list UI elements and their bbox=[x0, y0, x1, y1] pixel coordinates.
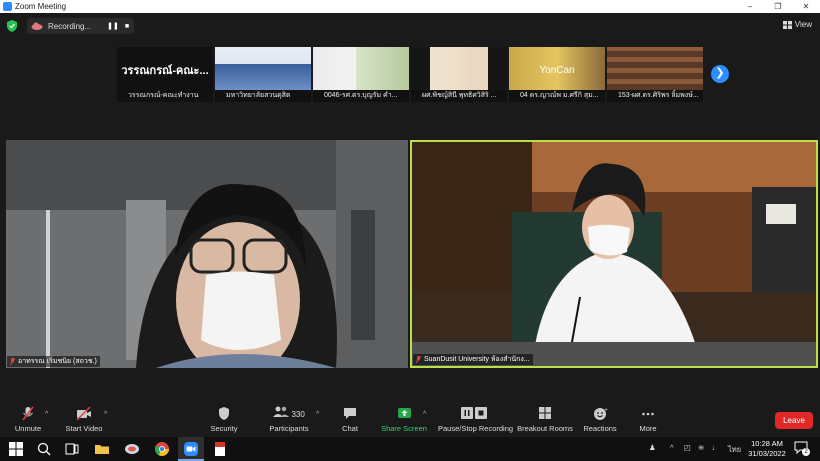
task-view-icon[interactable] bbox=[64, 441, 80, 457]
network-icon[interactable]: ◰ bbox=[684, 443, 691, 452]
wifi-icon[interactable]: ≋ bbox=[698, 443, 704, 452]
recording-label: Recording... bbox=[48, 21, 92, 31]
thumbnail-caption: ผศ.พิชญ์สินี พุทธิศวิสิริ ... bbox=[411, 90, 507, 102]
pause-stop-icon bbox=[461, 407, 487, 419]
participant-name: SuanDusit University ห้องสำนักง... bbox=[424, 356, 530, 363]
video-options-caret[interactable]: ^ bbox=[104, 411, 107, 418]
participant-name: อาทรรณ เริ่มชนิย (สถวช.) bbox=[18, 358, 97, 365]
thumbnail-display-name: วรรณกรณ์-คณะ... bbox=[121, 65, 209, 77]
participants-options-caret[interactable]: ^ bbox=[316, 411, 319, 418]
chrome-icon[interactable] bbox=[154, 441, 170, 457]
breakout-rooms-icon bbox=[539, 407, 551, 419]
people-icon[interactable]: ♟ bbox=[649, 443, 656, 452]
view-button[interactable]: View bbox=[782, 20, 812, 29]
participant-thumbnail[interactable]: 0046-รศ.ดร.บุญรัม คำ... bbox=[313, 47, 409, 102]
audio-options-caret[interactable]: ^ bbox=[45, 411, 48, 418]
security-button[interactable]: Security bbox=[205, 406, 243, 433]
participant-strip: วรรณกรณ์-คณะ... วรรณกรณ์-คณะทำงาน มหาวิท… bbox=[117, 47, 704, 102]
shield-icon[interactable] bbox=[7, 20, 17, 32]
notification-badge: 2 bbox=[802, 448, 810, 456]
participant-thumbnail[interactable]: YonCan 04 ดร.ญาณ์พ ม.ศรีกิ สุม... bbox=[509, 47, 605, 102]
participant-thumbnail[interactable]: มหาวิทยาลัยสวนดุสิต bbox=[215, 47, 311, 102]
participants-button[interactable]: 330 Participants bbox=[266, 406, 312, 433]
maximize-button[interactable]: ❐ bbox=[764, 2, 792, 11]
thumbnail-caption: 0046-รศ.ดร.บุญรัม คำ... bbox=[313, 90, 409, 102]
participant-thumbnail[interactable]: 153-ผศ.ดร.ศิริพร ลิ้มพงษ์... bbox=[607, 47, 703, 102]
cloud-icon bbox=[31, 22, 43, 30]
recording-indicator: Recording... ❚❚ ■ bbox=[27, 18, 134, 34]
windows-start-icon[interactable] bbox=[8, 441, 24, 457]
next-page-button[interactable]: ❯ bbox=[711, 65, 729, 83]
smiley-icon: + bbox=[593, 407, 608, 420]
video-tile-left[interactable]: อาทรรณ เริ่มชนิย (สถวช.) bbox=[6, 140, 408, 368]
participant-thumbnail[interactable]: วรรณกรณ์-คณะ... วรรณกรณ์-คณะทำงาน bbox=[117, 47, 213, 102]
windows-taskbar: ♟ ^ ◰ ≋ ♩ ไทย 10:28 AM 31/03/2022 2 bbox=[0, 437, 820, 461]
zoom-icon bbox=[184, 442, 198, 456]
thumbnail-caption: มหาวิทยาลัยสวนดุสิต bbox=[215, 90, 311, 102]
stop-recording-button[interactable]: ■ bbox=[120, 23, 134, 30]
video-off-icon bbox=[76, 406, 91, 421]
meeting-top-bar: Recording... ❚❚ ■ View bbox=[0, 13, 820, 39]
close-button[interactable]: ✕ bbox=[792, 2, 820, 11]
leave-button[interactable]: Leave bbox=[775, 412, 813, 429]
thumbnail-caption: 04 ดร.ญาณ์พ ม.ศรีกิ สุม... bbox=[509, 90, 605, 102]
mic-muted-icon bbox=[22, 406, 34, 421]
zoom-taskbar-item[interactable] bbox=[178, 437, 204, 461]
more-dots-icon bbox=[642, 412, 654, 416]
window-titlebar: Zoom Meeting – ❐ ✕ bbox=[0, 0, 820, 13]
participant-name-label: อาทรรณ เริ่มชนิย (สถวช.) bbox=[7, 356, 100, 367]
chat-icon bbox=[344, 408, 356, 419]
grid-icon bbox=[782, 20, 792, 29]
pause-stop-recording-button[interactable]: Pause/Stop Recording bbox=[438, 406, 513, 433]
muted-mic-icon bbox=[10, 358, 15, 365]
muted-mic-icon bbox=[416, 356, 421, 363]
minimize-button[interactable]: – bbox=[736, 2, 764, 11]
participants-count: 330 bbox=[291, 410, 305, 419]
app-icon[interactable] bbox=[124, 441, 140, 457]
share-options-caret[interactable]: ^ bbox=[423, 411, 426, 418]
meeting-toolbar: Unmute ^ Start Video ^ Security 330 Part… bbox=[0, 403, 820, 437]
thumbnail-display-name: YonCan bbox=[539, 65, 575, 76]
window-title: Zoom Meeting bbox=[15, 2, 67, 11]
search-icon[interactable] bbox=[36, 441, 52, 457]
pdf-icon[interactable] bbox=[212, 441, 228, 457]
more-button[interactable]: More bbox=[634, 406, 662, 433]
zoom-app-icon bbox=[3, 2, 12, 11]
chat-button[interactable]: Chat bbox=[335, 406, 365, 433]
volume-icon[interactable]: ♩ bbox=[712, 443, 720, 452]
notification-center[interactable]: 2 bbox=[794, 441, 810, 457]
taskbar-clock[interactable]: 10:28 AM 31/03/2022 bbox=[745, 439, 789, 459]
thumbnail-caption: 153-ผศ.ดร.ศิริพร ลิ้มพงษ์... bbox=[607, 90, 703, 102]
breakout-rooms-button[interactable]: Breakout Rooms bbox=[517, 406, 573, 433]
share-screen-icon bbox=[397, 408, 411, 418]
shield-icon bbox=[219, 407, 229, 420]
chevron-up-icon[interactable]: ^ bbox=[670, 443, 674, 452]
share-screen-button[interactable]: Share Screen bbox=[380, 406, 428, 433]
thumbnail-caption: วรรณกรณ์-คณะทำงาน bbox=[117, 90, 213, 102]
view-label: View bbox=[794, 20, 812, 29]
reactions-button[interactable]: + Reactions bbox=[581, 406, 619, 433]
pause-recording-button[interactable]: ❚❚ bbox=[106, 22, 120, 30]
file-explorer-icon[interactable] bbox=[94, 441, 110, 457]
participant-video bbox=[412, 142, 816, 366]
clock-time: 10:28 AM bbox=[751, 439, 783, 448]
input-language[interactable]: ไทย bbox=[728, 444, 741, 456]
svg-text:+: + bbox=[604, 407, 608, 413]
video-tile-right[interactable]: SuanDusit University ห้องสำนักง... bbox=[410, 140, 818, 368]
participant-name-label: SuanDusit University ห้องสำนักง... bbox=[413, 354, 533, 365]
start-video-button[interactable]: Start Video bbox=[62, 406, 106, 433]
unmute-button[interactable]: Unmute bbox=[8, 406, 48, 433]
participant-video bbox=[6, 140, 408, 368]
clock-date: 31/03/2022 bbox=[748, 449, 786, 458]
participant-thumbnail[interactable]: ผศ.พิชญ์สินี พุทธิศวิสิริ ... bbox=[411, 47, 507, 102]
chevron-right-icon: ❯ bbox=[715, 67, 725, 79]
participants-icon bbox=[273, 406, 290, 417]
